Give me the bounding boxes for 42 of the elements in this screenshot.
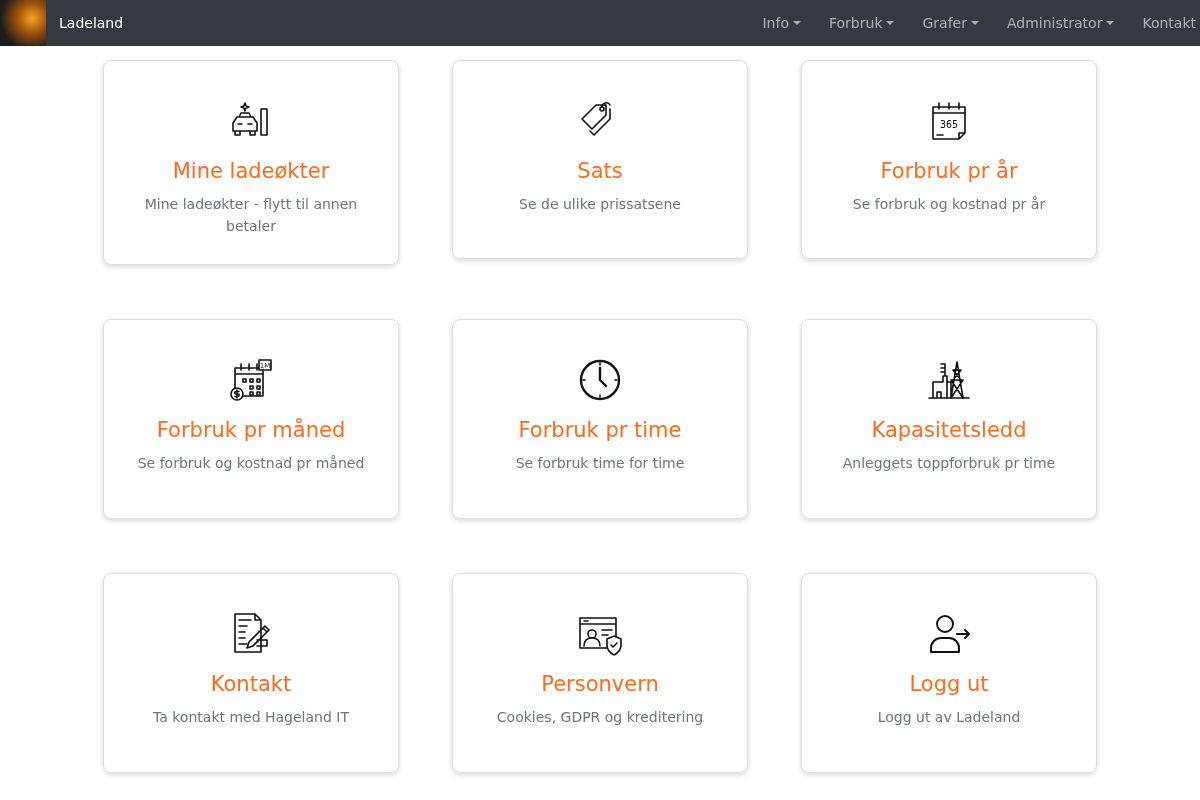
- document-pen-icon: [234, 613, 270, 653]
- car-charger-icon: [232, 102, 268, 136]
- user-logout-icon: [930, 615, 970, 653]
- menu-card[interactable]: Sats Se de ulike prissatsene: [452, 60, 748, 259]
- card-description: Logg ut av Ladeland: [877, 708, 1021, 727]
- card-title: Forbruk pr år: [880, 159, 1018, 183]
- menu-card[interactable]: Personvern Cookies, GDPR og kreditering: [452, 573, 748, 773]
- card-description: Anleggets toppforbruk pr time: [842, 454, 1056, 473]
- card-description: Cookies, GDPR og kreditering: [496, 708, 704, 727]
- profile-shield-icon: [579, 617, 622, 656]
- menu-card[interactable]: Forbruk pr time Se forbruk time for time: [452, 319, 748, 519]
- card-description: Mine ladeøkter - flytt til annen betaler: [143, 195, 359, 236]
- menu-card[interactable]: 365 Forbruk pr år Se forbruk og kostnad pr år: [801, 60, 1097, 259]
- menu-card[interactable]: Logg ut Logg ut av Ladeland: [801, 573, 1097, 773]
- card-title: Kapasitetsledd: [871, 418, 1027, 442]
- card-title: Forbruk pr time: [518, 418, 682, 442]
- nav-link[interactable]: Administrator: [992, 15, 1129, 31]
- dollar-coin-icon: [230, 387, 244, 401]
- icon-label: 365: [939, 119, 959, 130]
- clock-icon: [579, 359, 621, 401]
- nav-link[interactable]: Info: [748, 15, 815, 31]
- card-description: Se forbruk time for time: [515, 454, 685, 473]
- card-title: Kontakt: [210, 672, 292, 696]
- power-plant-icon: [928, 361, 970, 399]
- nav-link[interactable]: Forbruk: [815, 15, 909, 31]
- logo-image[interactable]: [0, 0, 46, 46]
- card-description: Se forbruk og kostnad pr måned: [137, 454, 365, 473]
- tags-icon: [581, 102, 611, 136]
- card-title: Personvern: [541, 672, 659, 696]
- card-title: Forbruk pr måned: [156, 418, 346, 442]
- nav-link[interactable]: Kontakt: [1128, 15, 1200, 31]
- card-title: Mine ladeøkter: [172, 159, 330, 183]
- card-title: Logg ut: [909, 672, 989, 696]
- card-title: Sats: [577, 159, 623, 183]
- menu-card[interactable]: Kontakt Ta kontakt med Hageland IT: [103, 573, 399, 773]
- card-description: Se forbruk og kostnad pr år: [852, 195, 1046, 214]
- brand-link[interactable]: Ladeland: [59, 15, 124, 31]
- menu-card[interactable]: Kapasitetsledd Anleggets toppforbruk pr time: [801, 319, 1097, 519]
- card-description: Ta kontakt med Hageland IT: [153, 708, 349, 727]
- nav-link[interactable]: Grafer: [908, 15, 993, 31]
- menu-card[interactable]: Mine ladeøkter Mine ladeøkter - flytt til annen betaler: [103, 60, 399, 265]
- card-description: Se de ulike prissatsene: [519, 195, 681, 214]
